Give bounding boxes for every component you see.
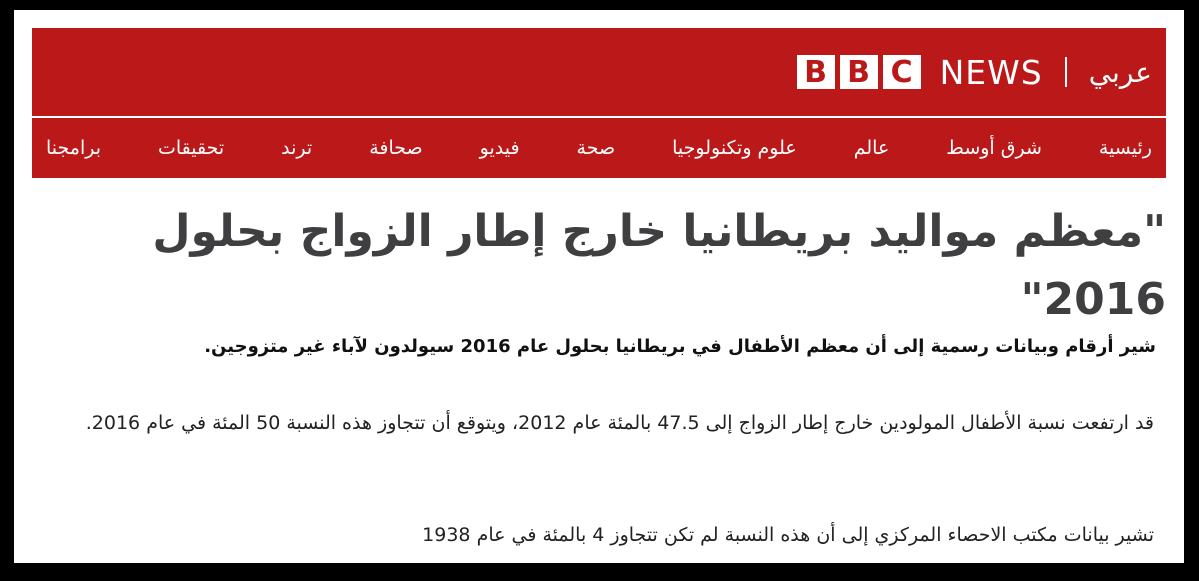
nav-item-programmes[interactable]: برامجنا xyxy=(46,137,101,159)
nav-item-home[interactable]: رئيسية xyxy=(1099,137,1152,159)
bbc-logo-block-b1: B xyxy=(796,55,835,90)
article-paragraph-2: تشير بيانات مكتب الاحصاء المركزي إلى أن … xyxy=(422,524,1154,546)
nav-item-press[interactable]: صحافة xyxy=(369,137,422,159)
nav-item-world[interactable]: عالم xyxy=(854,137,890,159)
bbc-news-arabic-logo[interactable]: B B C NEWS عربي xyxy=(796,50,1152,94)
arabic-wordmark: عربي xyxy=(1088,55,1152,89)
logo-divider xyxy=(1064,57,1067,87)
bbc-logo-block-c: C xyxy=(882,55,921,90)
article-summary: شير أرقام وبيانات رسمية إلى أن معظم الأط… xyxy=(204,336,1156,357)
main-navigation: رئيسية شرق أوسط عالم علوم وتكنولوجيا صحة… xyxy=(32,118,1166,178)
nav-item-trend[interactable]: ترند xyxy=(281,137,312,159)
nav-item-science-tech[interactable]: علوم وتكنولوجيا xyxy=(672,137,797,159)
article-paragraph-1: قد ارتفعت نسبة الأطفال المولودين خارج إط… xyxy=(85,412,1154,434)
bbc-logo-block-b2: B xyxy=(839,55,878,90)
nav-item-video[interactable]: فيديو xyxy=(480,137,520,159)
nav-item-health[interactable]: صحة xyxy=(577,137,616,159)
screenshot-frame: B B C NEWS عربي رئيسية شرق أوسط عالم علو… xyxy=(14,10,1184,563)
news-wordmark: NEWS xyxy=(939,52,1043,92)
masthead: B B C NEWS عربي xyxy=(32,28,1166,116)
nav-item-middle-east[interactable]: شرق أوسط xyxy=(946,137,1042,159)
nav-item-investigations[interactable]: تحقيقات xyxy=(158,137,224,159)
article-headline: "معظم مواليد بريطانيا خارج إطار الزواج ب… xyxy=(152,206,1166,325)
